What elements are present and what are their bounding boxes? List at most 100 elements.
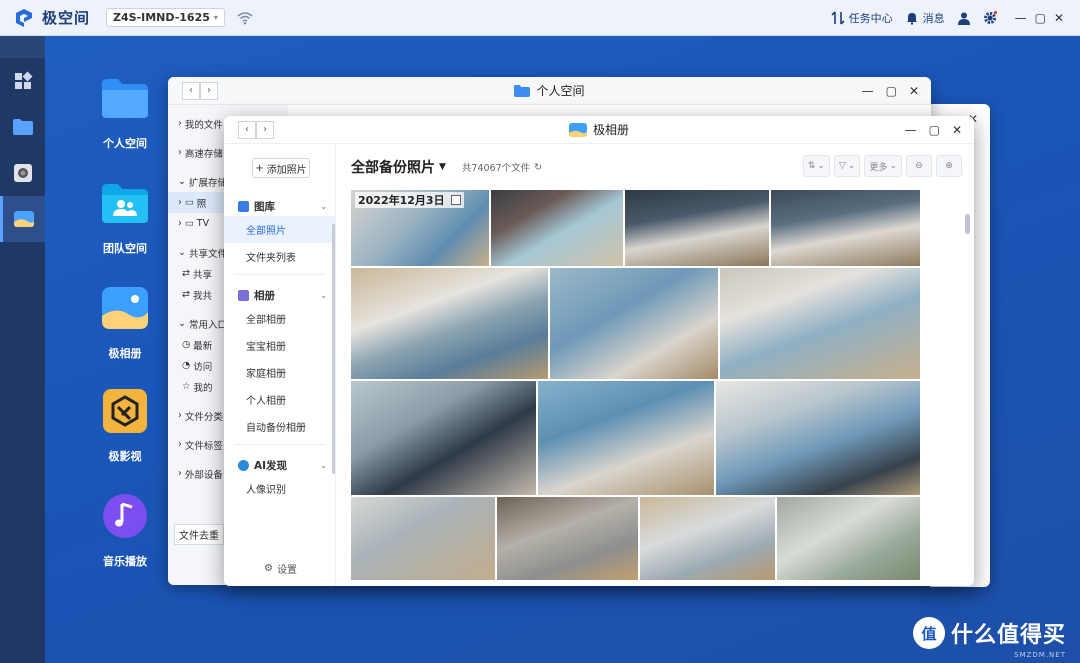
window-controls: — ▢ ✕	[1015, 11, 1064, 25]
photo-thumbnail[interactable]	[640, 497, 775, 580]
user-icon[interactable]	[957, 11, 971, 25]
section-albums[interactable]: 相册 ⌄	[224, 285, 335, 305]
dock-spacer	[0, 36, 45, 58]
sort-button[interactable]: ⇅ ⌄	[802, 155, 830, 177]
wifi-icon	[237, 11, 253, 24]
team-folder-icon	[102, 184, 148, 223]
desktop-icon-personal[interactable]: 个人空间	[92, 76, 158, 151]
photo-sidebar: + 添加照片 图库 ⌄ 全部照片 文件夹列表 相册 ⌄ 全部相册 宝宝相册 家庭…	[224, 144, 336, 586]
photo-thumbnail[interactable]	[351, 497, 495, 580]
photo-thumbnail[interactable]	[720, 268, 920, 379]
watermark-text: 什么值得买	[950, 623, 1066, 648]
desktop-icon-photos[interactable]: 极相册	[92, 286, 158, 361]
divider	[234, 444, 325, 445]
section-gallery[interactable]: 图库 ⌄	[224, 196, 335, 216]
photo-grid-scrollbar[interactable]	[965, 214, 970, 234]
top-bar: 极空间 Z4S-IMND-1625 ▾ 任务中心 消息 — ▢ ✕	[0, 0, 1080, 36]
folder-icon	[102, 79, 148, 118]
dock-photos[interactable]	[0, 196, 45, 242]
maximize-icon[interactable]: ▢	[929, 123, 940, 137]
minimize-icon[interactable]: —	[905, 123, 917, 137]
sidebar-scrollbar[interactable]	[332, 224, 335, 474]
window-title: 极相册	[592, 123, 629, 137]
ai-icon	[238, 459, 249, 471]
sidebar-item-personal-album[interactable]: 个人相册	[224, 386, 335, 413]
photo-thumbnail[interactable]	[351, 268, 548, 379]
close-icon[interactable]: ✕	[952, 123, 962, 137]
maximize-icon[interactable]: ▢	[886, 84, 897, 98]
video-icon	[103, 389, 147, 433]
photo-thumbnail[interactable]	[351, 381, 536, 495]
gear-icon[interactable]	[983, 11, 997, 25]
chevron-down-icon: ⌄	[889, 161, 897, 171]
select-date-checkbox[interactable]	[450, 195, 461, 205]
filter-icon: ▽	[838, 161, 846, 171]
back-button[interactable]: ‹	[182, 81, 200, 100]
close-icon[interactable]: ✕	[909, 84, 919, 98]
sidebar-item-face-recognition[interactable]: 人像识别	[224, 475, 335, 502]
sidebar-item-family-album[interactable]: 家庭相册	[224, 359, 335, 386]
chevron-down-icon: ⌄	[320, 460, 327, 470]
sidebar-item-baby-album[interactable]: 宝宝相册	[224, 332, 335, 359]
date-label: 2022年12月3日	[358, 194, 445, 207]
sidebar-item-all-albums[interactable]: 全部相册	[224, 305, 335, 332]
desktop-icon-label: 极相册	[108, 347, 142, 360]
photo-thumbnail[interactable]	[491, 190, 623, 266]
photo-thumbnail[interactable]	[497, 497, 638, 580]
music-icon	[103, 494, 147, 538]
photo-thumbnail[interactable]	[625, 190, 769, 266]
sidebar-item-all-photos[interactable]: 全部照片	[224, 216, 335, 243]
desktop-icon-team[interactable]: 团队空间	[92, 181, 158, 256]
messages-label: 消息	[922, 12, 945, 25]
add-photo-label: 添加照片	[266, 164, 307, 176]
album-icon	[238, 289, 249, 301]
file-count: 共74067个文件 ↻	[462, 160, 542, 175]
maximize-icon[interactable]: ▢	[1035, 11, 1046, 25]
album-selector[interactable]: 全部备份照片 ▼	[351, 157, 446, 177]
watermark-subtext: SMZDM.NET	[1014, 651, 1066, 659]
device-selector[interactable]: Z4S-IMND-1625 ▾	[106, 8, 225, 27]
photo-album-icon	[102, 287, 148, 329]
back-button[interactable]: ‹	[238, 120, 256, 139]
minimize-icon[interactable]: —	[1015, 11, 1027, 25]
sidebar-item-folders[interactable]: 文件夹列表	[224, 243, 335, 270]
settings-button[interactable]: ⚙ 设置	[264, 561, 297, 576]
dock-files[interactable]	[0, 104, 45, 150]
photo-thumbnail[interactable]	[771, 190, 920, 266]
section-label: 图库	[254, 200, 275, 213]
sidebar-item-auto-backup-album[interactable]: 自动备份相册	[224, 413, 335, 440]
more-button[interactable]: 更多 ⌄	[864, 155, 902, 177]
zoom-out-icon: ⊖	[915, 161, 923, 171]
task-center-button[interactable]: 任务中心	[831, 10, 893, 26]
close-icon[interactable]: ✕	[1054, 11, 1064, 25]
forward-button[interactable]: ›	[256, 120, 274, 139]
photo-thumbnail[interactable]	[777, 497, 920, 580]
forward-button[interactable]: ›	[200, 81, 218, 100]
transfer-icon	[831, 11, 845, 25]
minimize-icon[interactable]: —	[862, 84, 874, 98]
folder-icon	[12, 119, 33, 135]
add-photo-button[interactable]: + 添加照片	[252, 158, 310, 178]
photo-album-window: ‹ › 极相册 — ▢ ✕ + 添加照片 图库 ⌄ 全部照片 文件夹列表 相册 …	[224, 116, 974, 586]
chevron-down-icon: ⌄	[320, 201, 327, 211]
refresh-icon[interactable]: ↻	[534, 162, 542, 173]
zoom-in-button[interactable]: ⊕	[936, 155, 962, 177]
chevron-down-icon: ⌄	[817, 161, 825, 171]
zoom-out-button[interactable]: ⊖	[906, 155, 932, 177]
camera-icon	[13, 164, 32, 182]
photo-thumbnail[interactable]	[538, 381, 714, 495]
zoom-in-icon: ⊕	[945, 161, 953, 171]
photo-thumbnail[interactable]	[716, 381, 920, 495]
section-ai[interactable]: AI发现 ⌄	[224, 455, 335, 475]
filter-button[interactable]: ▽ ⌄	[833, 155, 861, 177]
dedupe-button[interactable]: 文件去重	[174, 524, 224, 545]
watermark: 值 什么值得买 SMZDM.NET	[912, 617, 1066, 659]
desktop-icon-video[interactable]: 极影视	[92, 389, 158, 464]
dock-camera[interactable]	[0, 150, 45, 196]
messages-button[interactable]: 消息	[905, 10, 945, 26]
photo-album-icon	[568, 122, 587, 137]
date-header: 2022年12月3日	[355, 192, 464, 208]
dock-apps[interactable]	[0, 58, 45, 104]
photo-thumbnail[interactable]	[550, 268, 718, 379]
desktop-icon-music[interactable]: 音乐播放	[92, 494, 158, 569]
